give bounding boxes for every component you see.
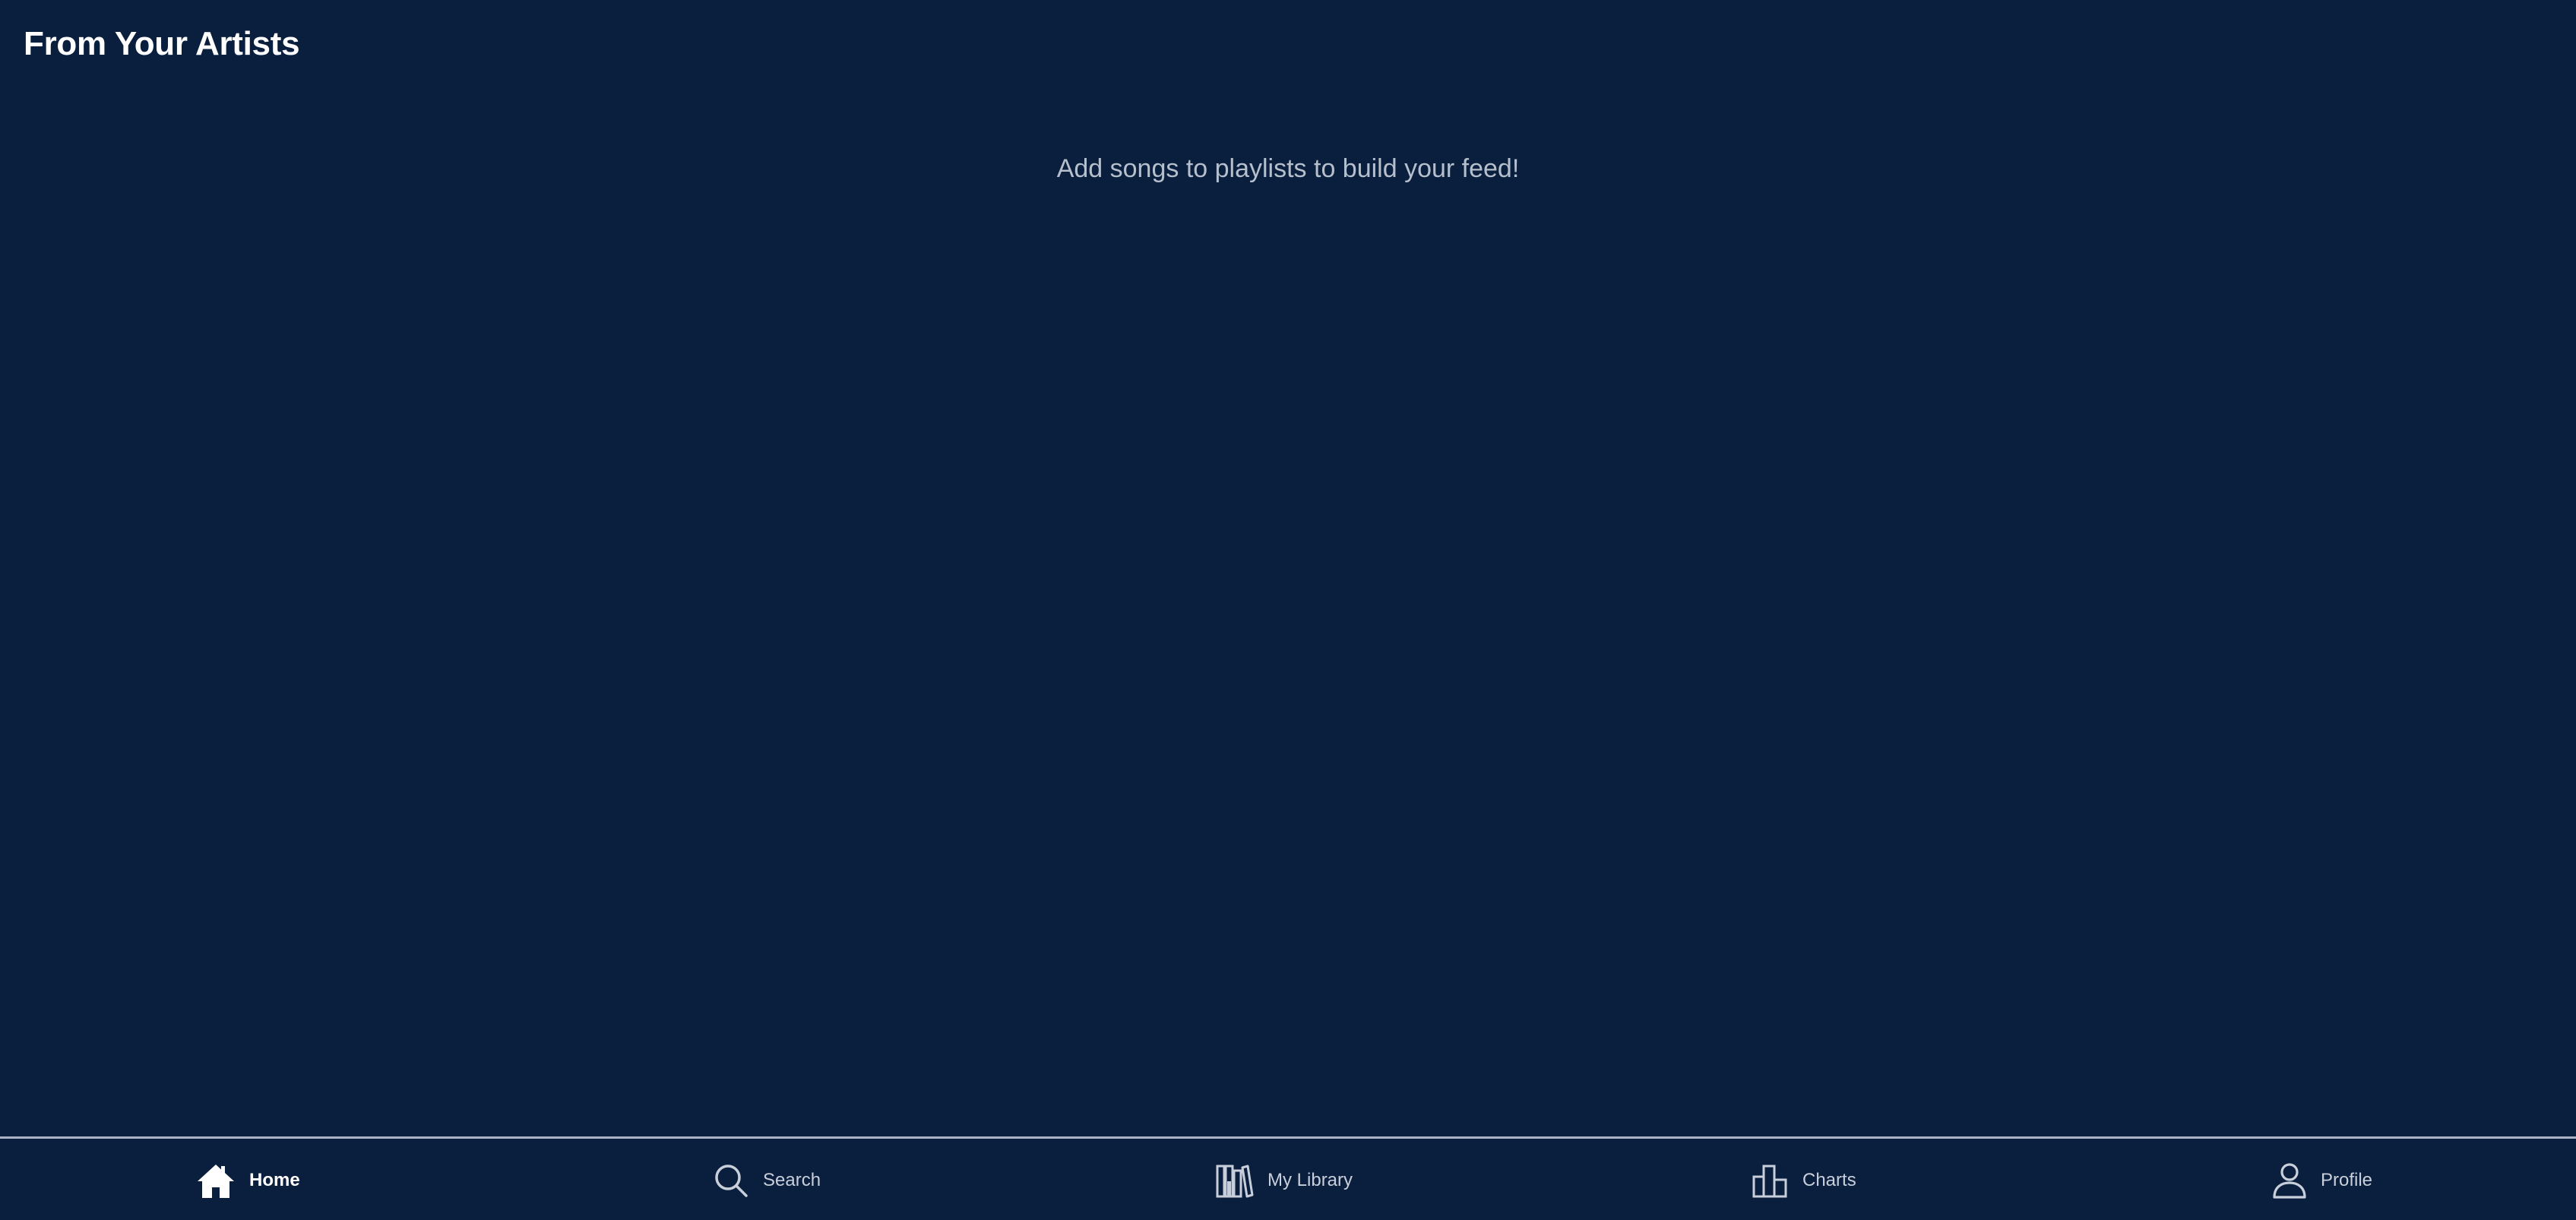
nav-item-profile[interactable]: Profile [2272, 1160, 2372, 1201]
charts-icon [1752, 1163, 1789, 1198]
app-window: From Your Artists Add songs to playlists… [0, 0, 2576, 1220]
page-title: From Your Artists [24, 25, 300, 62]
empty-feed-message: Add songs to playlists to build your fee… [1056, 154, 1520, 183]
library-icon [1216, 1163, 1254, 1198]
nav-item-home[interactable]: Home [196, 1160, 300, 1201]
nav-charts-label: Charts [1802, 1170, 1856, 1190]
bottom-navigation: Home Search My Library Charts Profile [0, 1136, 2576, 1220]
nav-search-label: Search [763, 1170, 821, 1190]
nav-item-charts[interactable]: Charts [1752, 1160, 1856, 1201]
nav-item-search[interactable]: Search [713, 1160, 821, 1201]
home-icon [196, 1162, 236, 1199]
search-icon [713, 1162, 749, 1199]
nav-home-label: Home [249, 1170, 300, 1190]
profile-icon [2272, 1162, 2307, 1199]
nav-item-my-library[interactable]: My Library [1216, 1160, 1353, 1201]
nav-profile-label: Profile [2321, 1170, 2373, 1190]
nav-library-label: My Library [1267, 1170, 1353, 1190]
